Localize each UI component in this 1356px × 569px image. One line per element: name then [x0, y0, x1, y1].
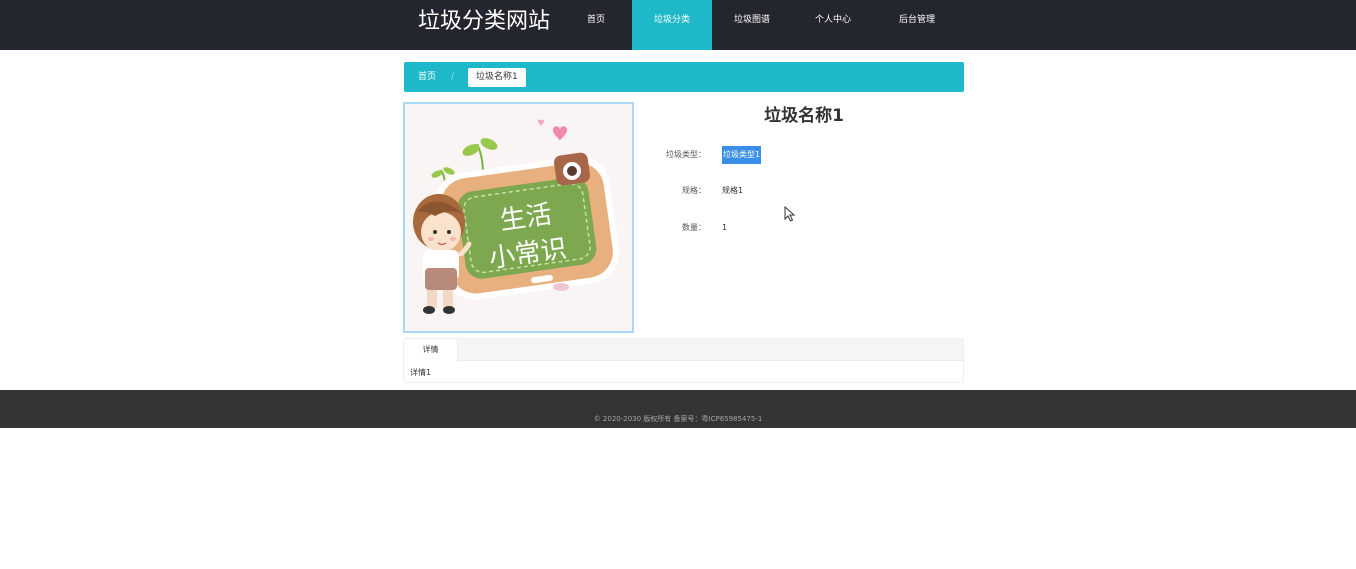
product-image[interactable]: 生活 小常识 [403, 102, 634, 333]
field-value-spec: 规格1 [722, 186, 744, 195]
nav-item-atlas[interactable]: 垃圾图谱 [712, 0, 792, 50]
nav-item-user-center[interactable]: 个人中心 [792, 0, 874, 50]
field-label-spec: 规格： [682, 186, 706, 195]
main-nav: 首页 垃圾分类 垃圾图谱 个人中心 后台管理 [560, 0, 960, 50]
field-label-quantity: 数量： [682, 223, 706, 232]
breadcrumb-home-link[interactable]: 首页 [418, 62, 436, 92]
breadcrumb-current: 垃圾名称1 [468, 68, 526, 87]
nav-item-classification[interactable]: 垃圾分类 [632, 0, 712, 50]
footer: © 2020-2030 版权所有 备案号：粤ICP65985475-1 [0, 390, 1356, 428]
breadcrumb: 首页 / 垃圾名称1 [404, 62, 964, 92]
nav-item-admin[interactable]: 后台管理 [874, 0, 960, 50]
top-navbar: 垃圾分类网站 首页 垃圾分类 垃圾图谱 个人中心 后台管理 [0, 0, 1356, 50]
footer-copyright: © 2020-2030 版权所有 备案号：粤ICP65985475-1 [593, 415, 763, 423]
field-value-type: 垃圾类型1 [722, 146, 762, 164]
tab-details[interactable]: 详情 [404, 339, 458, 362]
breadcrumb-separator: / [451, 72, 455, 82]
field-value-quantity: 1 [722, 223, 728, 232]
tab-header: 详情 [404, 339, 963, 362]
detail-tabs: 详情 详情1 [403, 338, 964, 383]
field-label-type: 垃圾类型： [666, 150, 706, 159]
mouse-cursor-icon [784, 206, 796, 222]
product-title: 垃圾名称1 [764, 106, 844, 126]
life-tips-illustration: 生活 小常识 [405, 104, 632, 331]
tab-content: 详情1 [410, 368, 432, 377]
site-title[interactable]: 垃圾分类网站 [418, 8, 550, 36]
nav-item-home[interactable]: 首页 [560, 0, 632, 50]
